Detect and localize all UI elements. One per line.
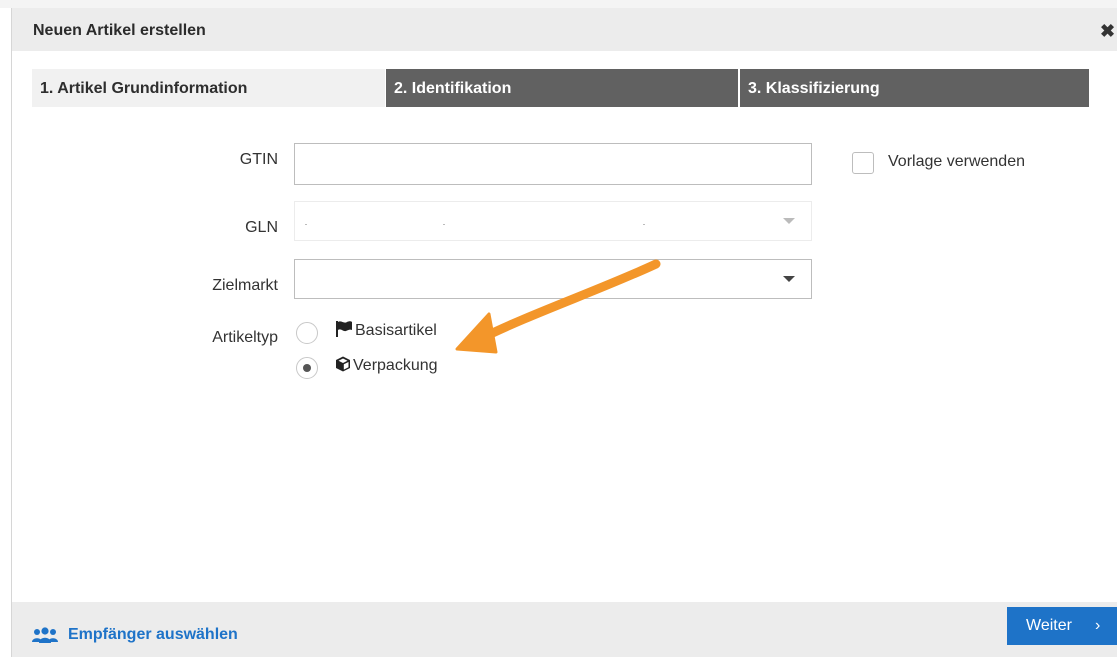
option-packaging[interactable]: Verpackung <box>335 356 438 375</box>
option-basic-article[interactable]: Basisartikel <box>335 321 437 340</box>
gln-value-fragment <box>305 224 307 225</box>
target-market-select[interactable] <box>294 259 812 299</box>
create-article-dialog: Neuen Artikel erstellen ✖ 1. Artikel Gru… <box>11 8 1117 657</box>
next-button[interactable]: Weiter › <box>1007 607 1117 645</box>
radio-selected-dot <box>303 364 311 372</box>
wizard-tabs: 1. Artikel Grundinformation 2. Identifik… <box>32 69 1089 107</box>
dialog-footer: Empfänger auswählen Weiter › <box>12 602 1117 657</box>
target-market-label: Zielmarkt <box>212 277 278 294</box>
radio-basic-article[interactable] <box>296 322 318 344</box>
dialog-title: Neuen Artikel erstellen <box>33 22 206 39</box>
chevron-right-icon: › <box>1095 617 1101 634</box>
option-packaging-label: Verpackung <box>353 357 438 374</box>
cube-icon <box>336 356 350 372</box>
tab-identification[interactable]: 2. Identifikation <box>385 69 738 107</box>
gln-value-fragment <box>643 224 645 225</box>
select-recipients-label: Empfänger auswählen <box>68 626 238 643</box>
gtin-input[interactable] <box>294 143 812 185</box>
users-icon <box>32 627 58 643</box>
radio-packaging[interactable] <box>296 357 318 379</box>
backdrop-strip <box>0 0 1117 8</box>
tab-classification[interactable]: 3. Klassifizierung <box>739 69 1089 107</box>
chevron-down-icon[interactable] <box>783 218 795 224</box>
option-basic-article-label: Basisartikel <box>355 322 437 339</box>
next-button-label: Weiter <box>1026 617 1072 634</box>
dialog-header: Neuen Artikel erstellen ✖ <box>12 8 1117 51</box>
close-icon[interactable]: ✖ <box>1100 21 1115 42</box>
gln-label: GLN <box>245 219 278 236</box>
chevron-down-icon[interactable] <box>783 276 795 282</box>
flag-icon <box>336 321 352 337</box>
gln-select[interactable] <box>294 201 812 241</box>
gtin-label: GTIN <box>239 151 278 168</box>
article-type-label: Artikeltyp <box>212 329 278 346</box>
tab-basic-information[interactable]: 1. Artikel Grundinformation <box>32 69 385 107</box>
use-template-label[interactable]: Vorlage verwenden <box>888 153 1025 171</box>
use-template-checkbox[interactable] <box>852 152 874 174</box>
gln-value-fragment <box>443 224 445 225</box>
